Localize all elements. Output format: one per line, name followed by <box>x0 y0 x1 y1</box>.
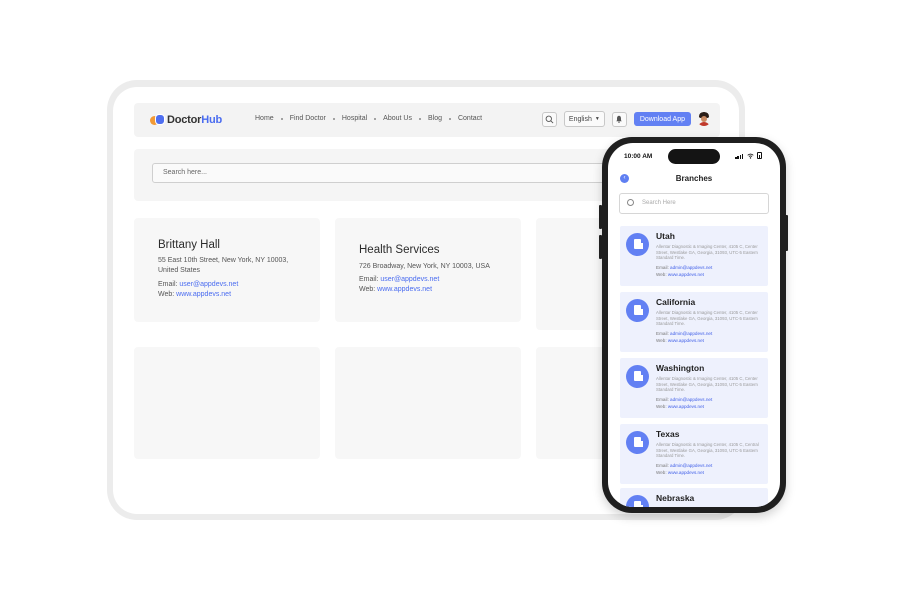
navbar: DoctorHub Home Find Doctor Hospital Abou… <box>134 103 720 137</box>
branch-address: Allentar Diagnostic & Imaging Center, 41… <box>656 376 758 393</box>
nav-home[interactable]: Home <box>252 115 277 122</box>
branch-web: Web: www.appdevs.net <box>656 338 704 343</box>
web-link[interactable]: www.appdevs.net <box>668 272 704 277</box>
card-address: 55 East 10th Street, New York, NY 10003,… <box>158 257 289 274</box>
location-card[interactable]: Brittany Hall 55 East 10th Street, New Y… <box>134 218 320 322</box>
avatar[interactable] <box>697 112 711 126</box>
logo[interactable]: DoctorHub <box>150 113 222 127</box>
web-link[interactable]: www.appdevs.net <box>377 286 432 293</box>
branch-item[interactable]: Nebraska <box>620 488 768 507</box>
search-icon <box>545 115 554 123</box>
nav-links: Home Find Doctor Hospital About Us Blog … <box>252 115 485 122</box>
page-title: Branches <box>675 174 713 183</box>
dynamic-island <box>668 149 720 164</box>
search-placeholder: Search Here <box>642 200 676 206</box>
branch-name: California <box>656 297 696 307</box>
phone-side-button <box>785 215 788 251</box>
email-link[interactable]: admin@appdevs.net <box>670 265 712 270</box>
nav-hospital[interactable]: Hospital <box>339 115 370 122</box>
branch-search-input[interactable]: Search Here <box>619 193 769 214</box>
building-icon <box>626 299 649 322</box>
phone-side-button <box>599 235 602 259</box>
placeholder-card <box>134 347 320 459</box>
building-icon <box>626 495 649 507</box>
phone-side-button <box>599 205 602 229</box>
status-time: 10:00 AM <box>624 153 653 160</box>
signal-icon <box>735 154 744 159</box>
wifi-icon <box>747 153 754 159</box>
nav-find-doctor[interactable]: Find Doctor <box>287 115 329 122</box>
email-link[interactable]: admin@appdevs.net <box>670 463 712 468</box>
branch-item[interactable]: Utah Allentar Diagnostic & Imaging Cente… <box>620 226 768 286</box>
card-title: Health Services <box>359 244 440 256</box>
placeholder-card <box>335 347 521 459</box>
language-label: English <box>568 115 592 123</box>
bell-icon <box>616 115 623 123</box>
branch-email: Email: admin@appdevs.net <box>656 463 713 468</box>
branch-address: Allentar Diagnostic & Imaging Center, 41… <box>656 442 759 459</box>
building-icon <box>626 431 649 454</box>
card-email: Email: user@appdevs.net <box>158 281 239 288</box>
branch-item[interactable]: Texas Allentar Diagnostic & Imaging Cent… <box>620 424 768 484</box>
search-icon <box>627 199 634 206</box>
nav-right: English ▼ Download App <box>541 111 711 127</box>
branch-email: Email: admin@appdevs.net <box>656 331 713 336</box>
language-select[interactable]: English ▼ <box>563 111 605 127</box>
email-link[interactable]: user@appdevs.net <box>380 276 439 283</box>
email-link[interactable]: user@appdevs.net <box>179 281 238 288</box>
chevron-down-icon: ▼ <box>594 116 600 122</box>
branch-web: Web: www.appdevs.net <box>656 272 704 277</box>
card-email: Email: user@appdevs.net <box>359 276 440 283</box>
nav-contact[interactable]: Contact <box>455 115 485 122</box>
status-icons <box>735 152 762 159</box>
branch-item[interactable]: Washington Allentar Diagnostic & Imaging… <box>620 358 768 418</box>
location-card[interactable]: Health Services 726 Broadway, New York, … <box>335 218 521 322</box>
branch-address: Allentar Diagnostic & Imaging Center, 41… <box>656 244 758 261</box>
branch-name: Utah <box>656 231 675 241</box>
web-link[interactable]: www.appdevs.net <box>668 338 704 343</box>
branch-web: Web: www.appdevs.net <box>656 404 704 409</box>
email-link[interactable]: admin@appdevs.net <box>670 331 712 336</box>
battery-icon <box>757 152 762 159</box>
branch-email: Email: admin@appdevs.net <box>656 265 713 270</box>
notification-button[interactable] <box>611 111 627 127</box>
web-link[interactable]: www.appdevs.net <box>668 404 704 409</box>
web-link[interactable]: www.appdevs.net <box>176 291 231 298</box>
nav-about-us[interactable]: About Us <box>380 115 415 122</box>
branch-address: Allentar Diagnostic & Imaging Center, 41… <box>656 310 758 327</box>
card-web: Web: www.appdevs.net <box>359 286 433 293</box>
branch-item[interactable]: California Allentar Diagnostic & Imaging… <box>620 292 768 352</box>
web-link[interactable]: www.appdevs.net <box>668 470 704 475</box>
phone-screen: 10:00 AM ‹ Branches Search Here Utah All… <box>608 143 780 507</box>
branch-name: Texas <box>656 429 680 439</box>
building-icon <box>626 233 649 256</box>
card-web: Web: www.appdevs.net <box>158 291 232 298</box>
nav-blog[interactable]: Blog <box>425 115 445 122</box>
email-link[interactable]: admin@appdevs.net <box>670 397 712 402</box>
building-icon <box>626 365 649 388</box>
branch-name: Nebraska <box>656 493 695 503</box>
download-app-button[interactable]: Download App <box>633 112 691 126</box>
logo-icon <box>150 113 165 127</box>
branch-email: Email: admin@appdevs.net <box>656 397 713 402</box>
card-address: 726 Broadway, New York, NY 10003, USA <box>359 263 490 270</box>
logo-text: DoctorHub <box>167 114 223 126</box>
branch-name: Washington <box>656 363 705 373</box>
branch-web: Web: www.appdevs.net <box>656 470 704 475</box>
card-title: Brittany Hall <box>158 239 220 251</box>
search-button[interactable] <box>541 111 557 127</box>
